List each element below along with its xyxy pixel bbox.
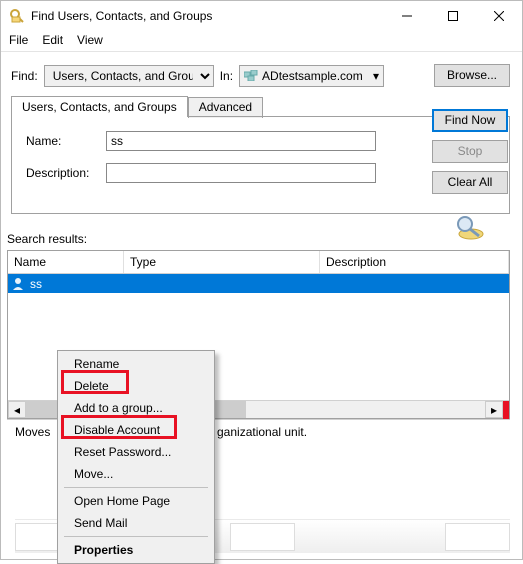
menu-separator bbox=[64, 487, 208, 488]
close-button[interactable] bbox=[476, 1, 522, 31]
status-left: Moves bbox=[15, 425, 50, 439]
find-label: Find: bbox=[11, 69, 38, 83]
preview-thumb bbox=[445, 523, 510, 551]
search-illustration-icon bbox=[453, 212, 487, 238]
menu-open-home-page[interactable]: Open Home Page bbox=[60, 490, 212, 512]
menu-send-mail[interactable]: Send Mail bbox=[60, 512, 212, 534]
row-name: ss bbox=[30, 277, 42, 291]
maximize-button[interactable] bbox=[430, 1, 476, 31]
preview-thumb bbox=[230, 523, 295, 551]
overflow-indicator bbox=[503, 401, 509, 419]
app-icon bbox=[9, 8, 25, 24]
chevron-down-icon: ▾ bbox=[373, 69, 379, 83]
clear-all-button[interactable]: Clear All bbox=[432, 171, 508, 194]
menu-edit[interactable]: Edit bbox=[42, 33, 63, 47]
menu-move[interactable]: Move... bbox=[60, 463, 212, 485]
window-title: Find Users, Contacts, and Groups bbox=[31, 9, 384, 23]
tab-advanced[interactable]: Advanced bbox=[188, 97, 263, 118]
table-row[interactable]: ss bbox=[8, 274, 509, 293]
name-input[interactable] bbox=[106, 131, 376, 151]
find-in-combo[interactable]: ADtestsample.com ▾ bbox=[239, 65, 384, 87]
name-label: Name: bbox=[26, 134, 106, 148]
in-label: In: bbox=[220, 69, 233, 83]
stop-button: Stop bbox=[432, 140, 508, 163]
browse-button[interactable]: Browse... bbox=[434, 64, 510, 87]
column-header-name[interactable]: Name bbox=[8, 251, 124, 273]
column-header-description[interactable]: Description bbox=[320, 251, 509, 273]
menubar: File Edit View bbox=[1, 31, 522, 52]
menu-delete[interactable]: Delete bbox=[60, 375, 212, 397]
find-in-value: ADtestsample.com bbox=[262, 69, 363, 83]
scroll-left-button[interactable]: ◂ bbox=[8, 401, 26, 418]
titlebar: Find Users, Contacts, and Groups bbox=[1, 1, 522, 31]
menu-properties[interactable]: Properties bbox=[60, 539, 212, 561]
menu-file[interactable]: File bbox=[9, 33, 28, 47]
user-icon bbox=[10, 276, 26, 292]
column-header-type[interactable]: Type bbox=[124, 251, 320, 273]
menu-rename[interactable]: Rename bbox=[60, 353, 212, 375]
context-menu: Rename Delete Add to a group... Disable … bbox=[57, 350, 215, 564]
scroll-right-button[interactable]: ▸ bbox=[485, 401, 503, 418]
status-right: ganizational unit. bbox=[217, 425, 307, 439]
menu-separator bbox=[64, 536, 208, 537]
find-now-button[interactable]: Find Now bbox=[432, 109, 508, 132]
description-label: Description: bbox=[26, 166, 106, 180]
menu-reset-password[interactable]: Reset Password... bbox=[60, 441, 212, 463]
description-input[interactable] bbox=[106, 163, 376, 183]
menu-add-to-group[interactable]: Add to a group... bbox=[60, 397, 212, 419]
find-type-combo[interactable]: Users, Contacts, and Groups bbox=[44, 65, 214, 87]
menu-disable-account[interactable]: Disable Account bbox=[60, 419, 212, 441]
domain-icon bbox=[244, 70, 258, 81]
minimize-button[interactable] bbox=[384, 1, 430, 31]
menu-view[interactable]: View bbox=[77, 33, 103, 47]
tab-users-contacts-groups[interactable]: Users, Contacts, and Groups bbox=[11, 96, 188, 117]
